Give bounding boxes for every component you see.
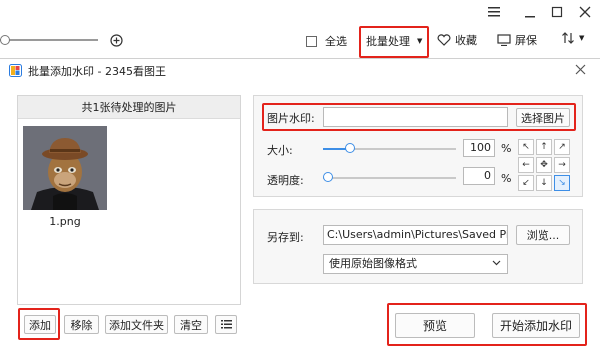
position-bottom-right[interactable]: ↘ <box>554 175 570 191</box>
choose-image-label: 选择图片 <box>521 111 565 125</box>
format-select[interactable]: 使用原始图像格式 <box>323 254 508 274</box>
size-label: 大小: <box>267 144 293 157</box>
browse-label: 浏览... <box>526 229 560 242</box>
zoom-in-icon[interactable] <box>108 32 124 48</box>
app-logo-icon <box>8 63 22 77</box>
app-toolbar: 全选 批量处理 ▼ 收藏 屏保 ▼ <box>0 0 600 58</box>
minimize-icon[interactable] <box>522 4 538 20</box>
thumbnail-filename: 1.png <box>49 215 81 228</box>
zoom-slider-knob[interactable] <box>0 35 10 45</box>
list-view-icon <box>220 320 232 329</box>
remove-button-label: 移除 <box>70 318 93 332</box>
opacity-label: 透明度: <box>267 174 304 187</box>
save-path-value: C:\Users\admin\Pictures\Saved Pictu <box>327 228 508 241</box>
favorite-button[interactable]: 收藏 <box>437 32 477 48</box>
opacity-input[interactable]: 0 <box>463 167 495 185</box>
maximize-icon[interactable] <box>549 4 565 20</box>
position-top-right[interactable]: ↗ <box>554 139 570 155</box>
caret-down-icon: ▼ <box>579 34 585 42</box>
favorite-label: 收藏 <box>455 34 477 47</box>
close-window-icon[interactable] <box>577 4 593 20</box>
select-all-toggle[interactable]: 全选 <box>306 33 347 49</box>
screensaver-button[interactable]: 屏保 <box>497 32 537 48</box>
screensaver-label: 屏保 <box>515 34 537 47</box>
checkbox-icon[interactable] <box>306 35 317 47</box>
select-all-label: 全选 <box>325 35 347 48</box>
position-middle-left[interactable]: ← <box>518 157 534 173</box>
position-top-left[interactable]: ↖ <box>518 139 534 155</box>
thumbnail-item[interactable]: 1.png <box>23 126 107 232</box>
opacity-slider-knob[interactable] <box>323 172 333 182</box>
position-bottom-left[interactable]: ↙ <box>518 175 534 191</box>
size-input[interactable]: 100 <box>463 139 495 157</box>
image-list-panel: 共1张待处理的图片 1.png <box>17 95 241 305</box>
remove-button[interactable]: 移除 <box>64 315 99 334</box>
sort-button[interactable]: ▼ <box>561 31 584 45</box>
browse-button[interactable]: 浏览... <box>516 225 570 245</box>
thumbnail-image <box>23 126 107 210</box>
batch-highlight <box>359 26 429 58</box>
actions-highlight <box>387 303 587 346</box>
position-top-center[interactable]: ↑ <box>536 139 552 155</box>
size-value: 100 <box>470 141 491 154</box>
opacity-value: 0 <box>484 169 491 182</box>
position-grid: ↖ ↑ ↗ ← ✥ → ↙ ↓ ↘ <box>516 137 572 191</box>
image-count-label: 共1张待处理的图片 <box>81 101 177 114</box>
size-slider-knob[interactable] <box>344 143 355 153</box>
size-unit: % <box>501 142 512 155</box>
list-view-button[interactable] <box>215 315 237 334</box>
close-icon[interactable] <box>573 62 587 76</box>
format-select-value: 使用原始图像格式 <box>329 257 417 270</box>
position-middle-right[interactable]: → <box>554 157 570 173</box>
zoom-slider-track[interactable] <box>0 39 98 41</box>
position-bottom-center[interactable]: ↓ <box>536 175 552 191</box>
chevron-down-icon <box>492 260 501 266</box>
watermark-dialog: 批量添加水印 - 2345看图王 共1张待处理的图片 1.png 添加 移除 添… <box>0 58 600 354</box>
save-path-field[interactable]: C:\Users\admin\Pictures\Saved Pictu <box>323 225 508 245</box>
position-center[interactable]: ✥ <box>536 157 552 173</box>
dialog-title: 批量添加水印 - 2345看图王 <box>28 65 166 78</box>
menu-icon[interactable] <box>486 4 502 20</box>
clear-button-label: 清空 <box>180 318 202 332</box>
opacity-slider-track[interactable] <box>323 177 456 179</box>
add-folder-button-label: 添加文件夹 <box>109 318 164 332</box>
sort-icon <box>561 31 575 45</box>
add-folder-button[interactable]: 添加文件夹 <box>105 315 168 334</box>
choose-image-button[interactable]: 选择图片 <box>516 108 570 127</box>
heart-icon <box>437 34 451 46</box>
add-highlight <box>18 308 60 340</box>
opacity-unit: % <box>501 172 512 185</box>
clear-button[interactable]: 清空 <box>174 315 208 334</box>
monitor-icon <box>497 34 511 46</box>
image-list-header: 共1张待处理的图片 <box>18 96 240 119</box>
save-to-label: 另存到: <box>267 231 304 244</box>
